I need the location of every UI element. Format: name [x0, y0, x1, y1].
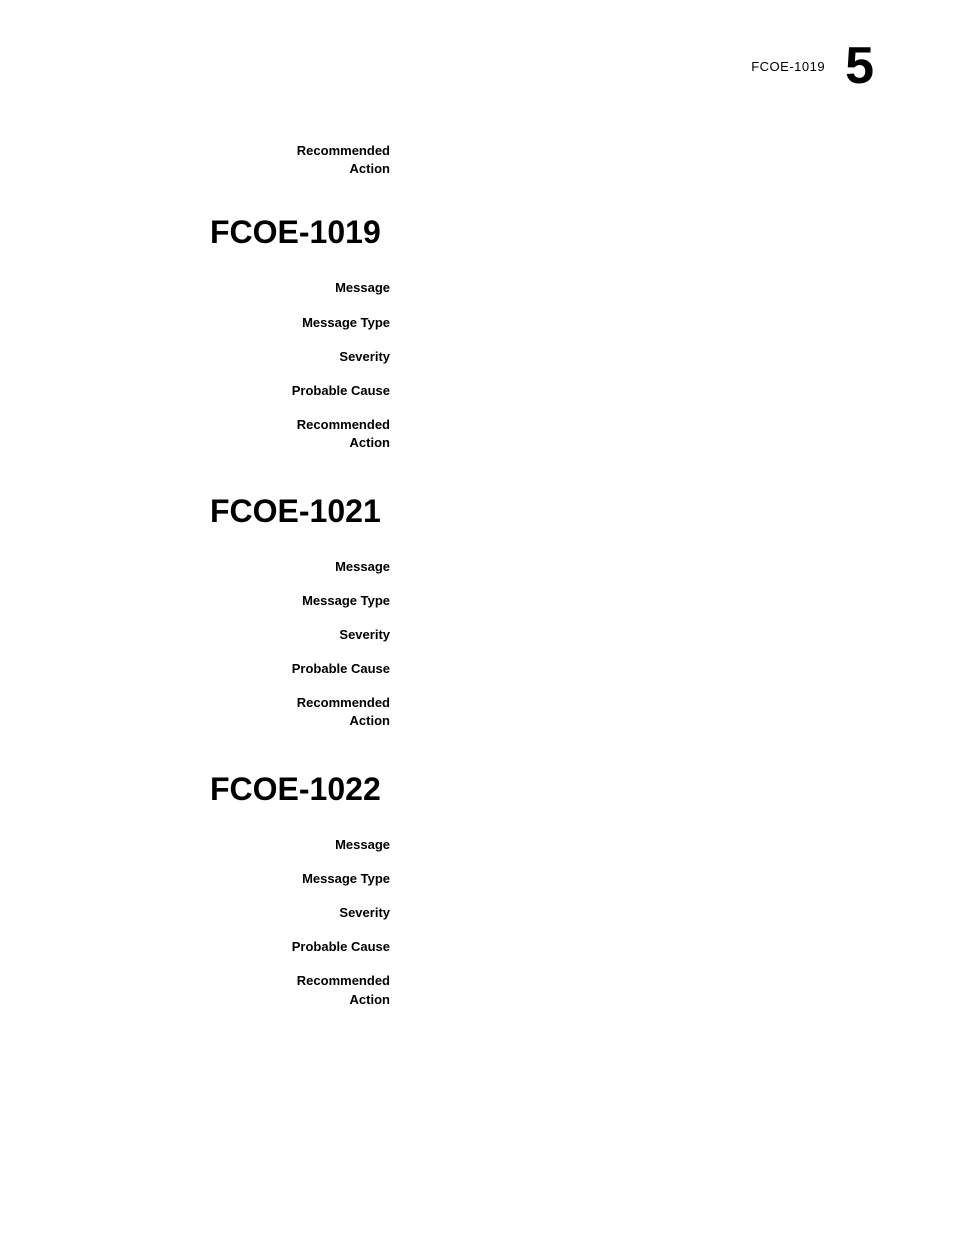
section-fcoe-1019: FCOE-1019MessageMessage TypeSeverityProb…	[210, 214, 874, 452]
field-value-fcoe-1021-3	[410, 660, 874, 678]
field-value-fcoe-1022-0	[410, 836, 874, 854]
field-label-fcoe-1019-1: Message Type	[210, 314, 410, 332]
field-row-fcoe-1021-3: Probable Cause	[210, 660, 874, 678]
section-title-fcoe-1019: FCOE-1019	[0, 214, 874, 251]
field-value-fcoe-1019-0	[410, 279, 874, 297]
section-title-fcoe-1021: FCOE-1021	[0, 493, 874, 530]
field-value-fcoe-1021-4	[410, 694, 874, 730]
field-label-fcoe-1021-0: Message	[210, 558, 410, 576]
field-label-fcoe-1019-3: Probable Cause	[210, 382, 410, 400]
field-row-fcoe-1019-2: Severity	[210, 348, 874, 366]
section-fcoe-1021: FCOE-1021MessageMessage TypeSeverityProb…	[210, 493, 874, 731]
field-row-fcoe-1019-0: Message	[210, 279, 874, 297]
field-row-fcoe-1022-1: Message Type	[210, 870, 874, 888]
field-row-fcoe-1021-0: Message	[210, 558, 874, 576]
standalone-recommended-action-label: RecommendedAction	[210, 142, 410, 178]
field-label-fcoe-1021-2: Severity	[210, 626, 410, 644]
field-row-fcoe-1022-3: Probable Cause	[210, 938, 874, 956]
field-value-fcoe-1019-2	[410, 348, 874, 366]
field-value-fcoe-1021-0	[410, 558, 874, 576]
field-row-fcoe-1022-4: RecommendedAction	[210, 972, 874, 1008]
field-row-fcoe-1021-2: Severity	[210, 626, 874, 644]
field-value-fcoe-1019-1	[410, 314, 874, 332]
field-value-fcoe-1022-1	[410, 870, 874, 888]
field-value-fcoe-1021-2	[410, 626, 874, 644]
field-value-fcoe-1022-3	[410, 938, 874, 956]
page-header: FCOE-1019 5	[0, 40, 954, 92]
field-row-fcoe-1019-3: Probable Cause	[210, 382, 874, 400]
field-label-fcoe-1022-2: Severity	[210, 904, 410, 922]
header-code: FCOE-1019	[751, 59, 825, 74]
field-label-fcoe-1021-1: Message Type	[210, 592, 410, 610]
field-value-fcoe-1022-2	[410, 904, 874, 922]
field-label-fcoe-1022-3: Probable Cause	[210, 938, 410, 956]
standalone-recommended-action-value	[410, 142, 874, 178]
field-row-fcoe-1021-4: RecommendedAction	[210, 694, 874, 730]
field-value-fcoe-1021-1	[410, 592, 874, 610]
field-row-fcoe-1021-1: Message Type	[210, 592, 874, 610]
section-title-fcoe-1022: FCOE-1022	[0, 771, 874, 808]
field-row-fcoe-1019-1: Message Type	[210, 314, 874, 332]
field-label-fcoe-1021-3: Probable Cause	[210, 660, 410, 678]
field-label-fcoe-1019-0: Message	[210, 279, 410, 297]
field-value-fcoe-1019-4	[410, 416, 874, 452]
section-fcoe-1022: FCOE-1022MessageMessage TypeSeverityProb…	[210, 771, 874, 1009]
page-number: 5	[845, 40, 874, 92]
field-label-fcoe-1022-0: Message	[210, 836, 410, 854]
standalone-recommended-action: RecommendedAction	[210, 142, 874, 178]
field-row-fcoe-1022-2: Severity	[210, 904, 874, 922]
field-label-fcoe-1021-4: RecommendedAction	[210, 694, 410, 730]
field-label-fcoe-1019-4: RecommendedAction	[210, 416, 410, 452]
field-label-fcoe-1022-1: Message Type	[210, 870, 410, 888]
field-row-fcoe-1022-0: Message	[210, 836, 874, 854]
field-value-fcoe-1022-4	[410, 972, 874, 1008]
field-label-fcoe-1022-4: RecommendedAction	[210, 972, 410, 1008]
field-row-fcoe-1019-4: RecommendedAction	[210, 416, 874, 452]
field-label-fcoe-1019-2: Severity	[210, 348, 410, 366]
field-value-fcoe-1019-3	[410, 382, 874, 400]
